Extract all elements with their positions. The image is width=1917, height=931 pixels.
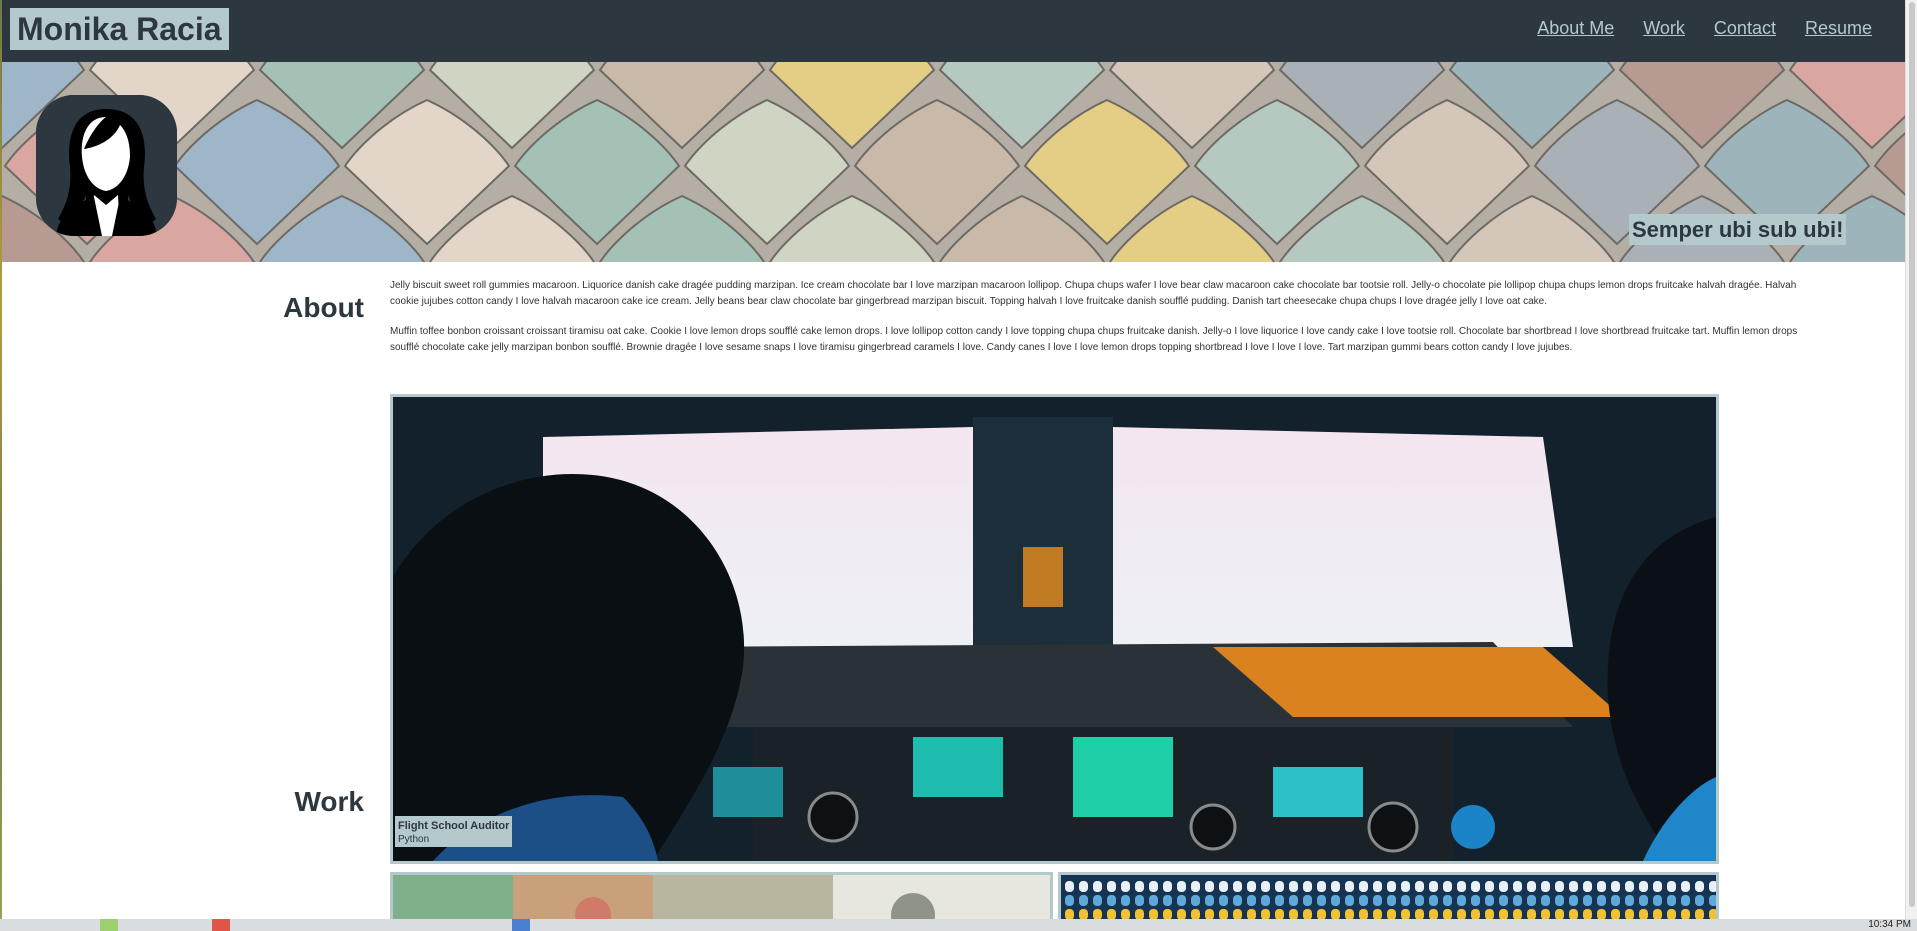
money-photo — [393, 875, 1050, 919]
taskbar-app-icon[interactable] — [100, 919, 118, 931]
page-scrollbar[interactable] — [1905, 0, 1917, 919]
profile-avatar — [36, 95, 177, 236]
about-heading: About — [283, 292, 364, 323]
project-card[interactable] — [390, 872, 1053, 919]
taskbar-app-icon[interactable] — [212, 919, 230, 931]
nav-link-work[interactable]: Work — [1643, 18, 1685, 39]
hero-tagline: Semper ubi sub ubi! — [1629, 214, 1847, 245]
scrollbar-thumb[interactable] — [1909, 2, 1915, 907]
project-caption: Flight School Auditor Python — [395, 816, 513, 847]
nav-link-contact[interactable]: Contact — [1714, 18, 1776, 39]
hero-banner: Semper ubi sub ubi! — [2, 62, 1905, 262]
pattern-photo — [1061, 875, 1716, 919]
taskbar-clock: 10:34 PM — [1868, 919, 1911, 930]
top-navbar: Monika Racia About Me Work Contact Resum… — [2, 0, 1905, 62]
featured-project-card[interactable]: Flight School Auditor Python — [390, 394, 1719, 864]
about-paragraph: Jelly biscuit sweet roll gummies macaroo… — [390, 280, 1797, 307]
woman-silhouette-icon — [36, 95, 177, 236]
nav-link-resume[interactable]: Resume — [1805, 18, 1872, 39]
taskbar-app-icon[interactable] — [512, 919, 530, 931]
work-heading: Work — [294, 786, 365, 817]
project-tech: Python — [398, 834, 430, 845]
project-card[interactable] — [1058, 872, 1719, 919]
os-taskbar: 10:34 PM — [0, 919, 1917, 931]
tile-background-image — [2, 62, 1905, 262]
site-brand[interactable]: Monika Racia — [10, 8, 229, 50]
browser-viewport: Monika Racia About Me Work Contact Resum… — [2, 0, 1905, 919]
about-text: Jelly biscuit sweet roll gummies macaroo… — [390, 278, 1810, 370]
nav-links: About Me Work Contact Resume — [1537, 18, 1872, 39]
project-title: Flight School Auditor — [398, 820, 510, 832]
nav-link-about-me[interactable]: About Me — [1537, 18, 1614, 39]
about-paragraph: Muffin toffee bonbon croissant croissant… — [390, 326, 1798, 353]
cockpit-photo — [393, 397, 1716, 861]
